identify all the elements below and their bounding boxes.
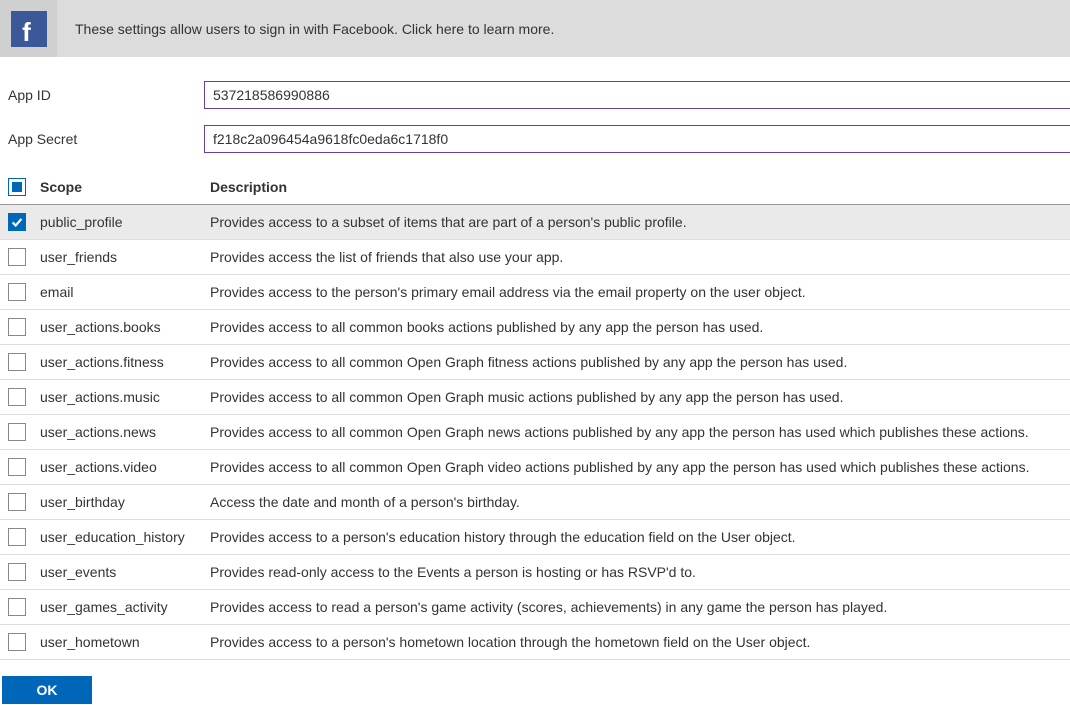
select-all-checkbox[interactable]: [8, 178, 26, 196]
scope-checkbox[interactable]: [8, 493, 26, 511]
form-area: App ID App Secret: [0, 57, 1070, 153]
scope-checkbox[interactable]: [8, 283, 26, 301]
scope-description: Provides read-only access to the Events …: [210, 564, 1070, 580]
description-column-header[interactable]: Description: [210, 179, 1070, 195]
scope-name: user_actions.fitness: [40, 354, 210, 370]
checkbox-cell: [8, 248, 40, 266]
scope-checkbox[interactable]: [8, 598, 26, 616]
scope-row[interactable]: user_games_activityProvides access to re…: [0, 590, 1070, 625]
scope-description: Provides access to all common books acti…: [210, 319, 1070, 335]
scope-row[interactable]: user_education_historyProvides access to…: [0, 520, 1070, 555]
scope-description: Provides access to all common Open Graph…: [210, 354, 1070, 370]
scope-description: Provides access to read a person's game …: [210, 599, 1070, 615]
app-id-row: App ID: [8, 81, 1070, 109]
scope-checkbox[interactable]: [8, 563, 26, 581]
scope-description: Provides access the list of friends that…: [210, 249, 1070, 265]
scope-description: Provides access to a person's hometown l…: [210, 634, 1070, 650]
checkbox-cell: [8, 528, 40, 546]
scope-checkbox[interactable]: [8, 458, 26, 476]
app-id-input[interactable]: [204, 81, 1070, 109]
scope-name: user_actions.video: [40, 459, 210, 475]
button-bar: OK: [0, 660, 1070, 704]
scope-checkbox[interactable]: [8, 528, 26, 546]
app-id-label: App ID: [8, 87, 204, 103]
scope-checkbox[interactable]: [8, 318, 26, 336]
scope-name: user_actions.books: [40, 319, 210, 335]
scope-checkbox[interactable]: [8, 423, 26, 441]
scope-row[interactable]: user_hometownProvides access to a person…: [0, 625, 1070, 660]
checkbox-cell: [8, 318, 40, 336]
checkbox-cell: [8, 353, 40, 371]
scope-row[interactable]: user_actions.videoProvides access to all…: [0, 450, 1070, 485]
scope-description: Provides access to all common Open Graph…: [210, 459, 1070, 475]
scope-checkbox[interactable]: [8, 213, 26, 231]
scope-row[interactable]: user_eventsProvides read-only access to …: [0, 555, 1070, 590]
scope-row[interactable]: user_actions.fitnessProvides access to a…: [0, 345, 1070, 380]
scope-row[interactable]: emailProvides access to the person's pri…: [0, 275, 1070, 310]
scope-name: user_hometown: [40, 634, 210, 650]
scope-checkbox[interactable]: [8, 248, 26, 266]
scope-name: user_actions.news: [40, 424, 210, 440]
scope-description: Provides access to a person's education …: [210, 529, 1070, 545]
facebook-icon: f: [11, 11, 47, 47]
scope-row[interactable]: public_profileProvides access to a subse…: [0, 205, 1070, 240]
ok-button[interactable]: OK: [2, 676, 92, 704]
info-banner: f These settings allow users to sign in …: [0, 0, 1070, 57]
scope-name: email: [40, 284, 210, 300]
scope-name: user_games_activity: [40, 599, 210, 615]
scope-description: Provides access to all common Open Graph…: [210, 424, 1070, 440]
scope-row[interactable]: user_actions.booksProvides access to all…: [0, 310, 1070, 345]
scope-row[interactable]: user_birthdayAccess the date and month o…: [0, 485, 1070, 520]
checkbox-cell: [8, 423, 40, 441]
scope-description: Provides access to a subset of items tha…: [210, 214, 1070, 230]
scope-column-header[interactable]: Scope: [40, 179, 210, 195]
scope-name: user_friends: [40, 249, 210, 265]
select-all-cell: [8, 178, 40, 196]
checkbox-cell: [8, 458, 40, 476]
facebook-icon-wrap: f: [0, 0, 57, 57]
checkbox-cell: [8, 388, 40, 406]
scope-description: Provides access to all common Open Graph…: [210, 389, 1070, 405]
app-secret-label: App Secret: [8, 131, 204, 147]
banner-text[interactable]: These settings allow users to sign in wi…: [57, 21, 554, 37]
scope-description: Access the date and month of a person's …: [210, 494, 1070, 510]
checkbox-cell: [8, 283, 40, 301]
checkbox-cell: [8, 563, 40, 581]
scope-row[interactable]: user_actions.musicProvides access to all…: [0, 380, 1070, 415]
checkbox-cell: [8, 493, 40, 511]
scope-name: public_profile: [40, 214, 210, 230]
scope-checkbox[interactable]: [8, 633, 26, 651]
scope-checkbox[interactable]: [8, 353, 26, 371]
app-secret-input[interactable]: [204, 125, 1070, 153]
scope-name: user_education_history: [40, 529, 210, 545]
scope-name: user_birthday: [40, 494, 210, 510]
table-header: Scope Description: [0, 169, 1070, 205]
scope-name: user_actions.music: [40, 389, 210, 405]
scope-name: user_events: [40, 564, 210, 580]
scope-row[interactable]: user_friendsProvides access the list of …: [0, 240, 1070, 275]
app-secret-row: App Secret: [8, 125, 1070, 153]
scope-checkbox[interactable]: [8, 388, 26, 406]
checkbox-cell: [8, 213, 40, 231]
scope-table: Scope Description public_profileProvides…: [0, 169, 1070, 660]
scope-description: Provides access to the person's primary …: [210, 284, 1070, 300]
scope-row[interactable]: user_actions.newsProvides access to all …: [0, 415, 1070, 450]
checkbox-cell: [8, 633, 40, 651]
checkbox-cell: [8, 598, 40, 616]
